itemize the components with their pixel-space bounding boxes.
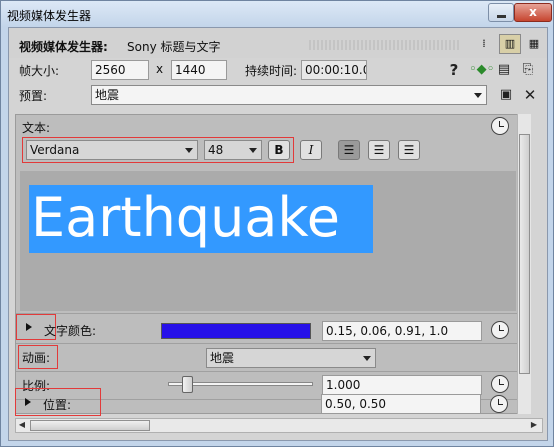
header-bar: 视频媒体发生器: Sony 标题与文字 ⁞ ▥ ▦	[9, 28, 547, 58]
media-generator-window: 视频媒体发生器 x 视频媒体发生器: Sony 标题与文字 ⁞ ▥ ▦ 帧大小:…	[0, 0, 554, 447]
chevron-down-icon	[249, 148, 257, 153]
text-color-value[interactable]: 0.15, 0.06, 0.91, 1.0	[322, 321, 482, 341]
preset-label: 预置:	[19, 89, 48, 103]
duration-input[interactable]: 00:00:10.00	[301, 60, 367, 80]
film-icon[interactable]: ▤	[495, 61, 513, 79]
align-right-icon[interactable]: ☰	[398, 140, 420, 160]
scale-slider[interactable]	[168, 376, 313, 393]
bold-button[interactable]: B	[268, 140, 290, 160]
grid-view-icon[interactable]: ▦	[523, 34, 545, 54]
text-color-clock-icon[interactable]	[491, 321, 509, 339]
animation-dropdown[interactable]: 地震	[206, 348, 376, 368]
frame-x-separator: x	[156, 62, 164, 76]
align-center-icon[interactable]: ☰	[368, 140, 390, 160]
client-area: 视频媒体发生器: Sony 标题与文字 ⁞ ▥ ▦ 帧大小: 2560 x 14…	[8, 27, 548, 441]
scroll-left-icon[interactable]: ◀	[16, 419, 28, 432]
expand-icon[interactable]	[25, 398, 31, 406]
frame-size-label: 帧大小:	[19, 64, 60, 78]
chevron-down-icon	[474, 93, 482, 98]
parameters-panel: 文本: Verdana 48 B I ☰ ☰ ☰ Earthquake 文字颜色…	[15, 114, 529, 414]
export-icon[interactable]: ⎘	[519, 61, 537, 79]
frame-height-input[interactable]: 1440	[171, 60, 227, 80]
vertical-scroll-thumb[interactable]	[519, 134, 530, 374]
save-icon[interactable]: ▣	[497, 86, 515, 104]
scale-slider-thumb[interactable]	[182, 376, 193, 393]
title-bar[interactable]: 视频媒体发生器 x	[1, 1, 553, 27]
divider	[16, 343, 528, 344]
text-clock-icon[interactable]	[491, 117, 509, 135]
position-clock-icon[interactable]	[490, 395, 508, 413]
text-color-label: 文字颜色:	[44, 324, 97, 338]
selected-text[interactable]: Earthquake	[29, 185, 373, 253]
close-button[interactable]: x	[514, 3, 552, 22]
frame-size-row: 帧大小: 2560 x 1440 持续时间: 00:00:10.00 ? ◦◆◦…	[9, 58, 547, 84]
divider	[16, 313, 528, 314]
preset-value: 地震	[95, 88, 120, 102]
font-family-dropdown[interactable]: Verdana	[26, 140, 198, 160]
scale-clock-icon[interactable]	[491, 375, 509, 393]
expand-icon[interactable]	[26, 323, 32, 331]
horizontal-scroll-thumb[interactable]	[30, 420, 150, 431]
text-edit-area[interactable]: Earthquake	[20, 171, 516, 311]
text-section-label: 文本:	[22, 121, 51, 135]
scroll-right-icon[interactable]: ▶	[528, 419, 540, 432]
delete-icon[interactable]: ✕	[521, 86, 539, 104]
font-family-value: Verdana	[30, 143, 80, 157]
preset-dropdown[interactable]: 地震	[91, 85, 487, 105]
scale-value[interactable]: 1.000	[322, 375, 482, 395]
divider	[16, 371, 528, 372]
chevron-down-icon	[185, 148, 193, 153]
font-size-dropdown[interactable]: 48	[204, 140, 262, 160]
vertical-scrollbar[interactable]	[517, 114, 531, 414]
keyframe-icon[interactable]: ◦◆◦	[469, 61, 494, 79]
header-value: Sony 标题与文字	[127, 40, 221, 54]
minimize-button[interactable]	[488, 3, 514, 22]
align-left-icon[interactable]: ☰	[338, 140, 360, 160]
text-color-swatch[interactable]	[161, 323, 311, 339]
header-label: 视频媒体发生器:	[19, 40, 108, 54]
animation-label: 动画:	[22, 351, 51, 365]
chevron-down-icon	[363, 356, 371, 361]
font-size-value: 48	[208, 143, 224, 157]
position-value[interactable]: 0.50, 0.50	[321, 394, 481, 414]
header-grip	[309, 40, 459, 50]
animation-value: 地震	[210, 351, 235, 365]
duration-label: 持续时间:	[245, 64, 298, 78]
window-title: 视频媒体发生器	[7, 9, 92, 23]
detail-view-icon[interactable]: ⁞	[473, 34, 495, 54]
help-icon[interactable]: ?	[445, 61, 463, 79]
horizontal-scrollbar[interactable]: ◀ ▶	[15, 418, 543, 433]
position-label: 位置:	[43, 398, 72, 412]
list-view-icon[interactable]: ▥	[499, 34, 521, 54]
frame-width-input[interactable]: 2560	[91, 60, 149, 80]
italic-button[interactable]: I	[300, 140, 322, 160]
preset-row: 预置: 地震 ▣ ✕	[9, 84, 547, 108]
